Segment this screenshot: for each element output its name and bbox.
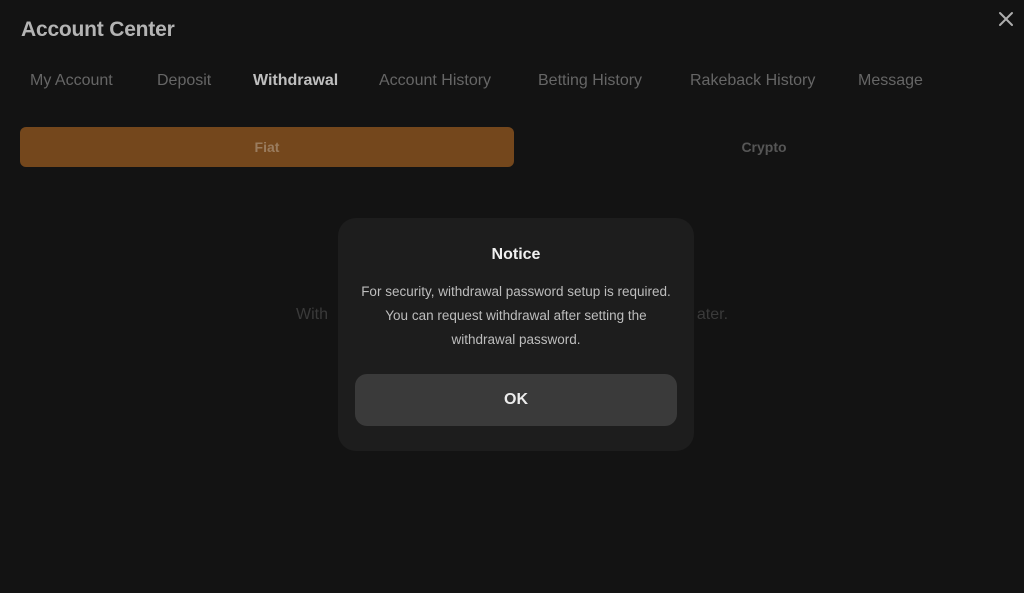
account-center-page: Account Center My Account Deposit Withdr…: [0, 0, 1024, 593]
dialog-message: For security, withdrawal password setup …: [361, 284, 671, 347]
notice-dialog: Notice For security, withdrawal password…: [338, 218, 694, 451]
dialog-title: Notice: [491, 246, 541, 263]
ok-button[interactable]: OK: [355, 374, 677, 426]
